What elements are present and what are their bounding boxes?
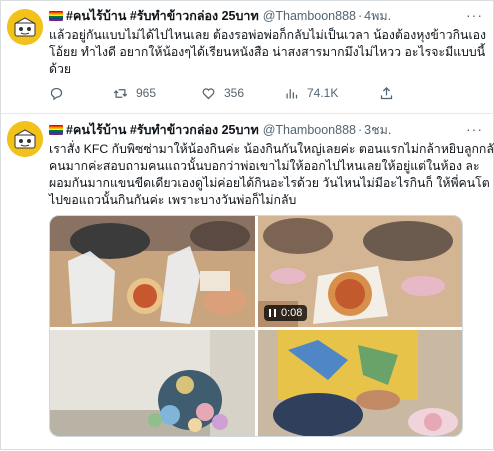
tweet-text-line: ไปขอแถวนั้นกินกันค่ะ เพราะบางวันพ่อก็ไม่…	[49, 193, 297, 207]
tweet-header: #คนไร้บ้าน #รับทำข้าวกล่อง 25บาท @Thambo…	[49, 7, 487, 25]
timestamp[interactable]: 3ชม.	[364, 120, 391, 140]
video-kids-eating-pizza[interactable]: 0:08	[258, 216, 462, 327]
pride-flag-icon	[49, 11, 63, 21]
retweet-button[interactable]: 965	[113, 86, 156, 101]
tweet-text: แล้วอยู่กันแบบไม่ได้ไปไหนเลย ต้องรอพ่อพ่…	[49, 27, 487, 78]
display-name[interactable]: #คนไร้บ้าน #รับทำข้าวกล่อง 25บาท	[66, 6, 259, 26]
media-grid: 0:08	[49, 215, 463, 437]
timestamp[interactable]: 4พม.	[364, 6, 391, 26]
photo-image	[50, 216, 255, 327]
rice-box-logo-icon	[7, 9, 43, 45]
video-duration-badge[interactable]: 0:08	[264, 305, 308, 321]
pride-flag-icon	[49, 125, 63, 135]
rice-box-logo-icon	[7, 121, 43, 157]
tweet-text-line: ด้วย	[49, 62, 72, 76]
heart-icon	[202, 87, 215, 99]
tweet-text-line: คนมากค่ะสอบถามคนแถวนั้นบอกว่าพ่อเขาไม่ให…	[49, 159, 480, 173]
like-count: 356	[224, 86, 245, 100]
retweet-count: 965	[136, 86, 157, 100]
tweet-text: เราสั่ง KFC กับพิซซ่ามาให้น้องกินค่ะ น้อ…	[49, 141, 494, 209]
tweet[interactable]: #คนไร้บ้าน #รับทำข้าวกล่อง 25บาท @Thambo…	[1, 114, 494, 451]
tweet-text-line: แล้วอยู่กันแบบไม่ได้ไปไหนเลย ต้องรอพ่อพ่…	[49, 28, 487, 42]
views-bar-chart-icon	[286, 88, 298, 98]
avatar[interactable]	[7, 9, 43, 45]
more-dots-icon[interactable]: ···	[466, 121, 483, 137]
tweet-content: #คนไร้บ้าน #รับทำข้าวกล่อง 25บาท @Thambo…	[49, 121, 494, 209]
display-name[interactable]: #คนไร้บ้าน #รับทำข้าวกล่อง 25บาท	[66, 120, 259, 140]
user-handle[interactable]: @Thamboon888	[263, 123, 356, 137]
reply-button[interactable]	[49, 86, 72, 101]
share-button[interactable]	[379, 86, 402, 101]
reply-icon	[50, 87, 63, 100]
photo-kids-with-food-bags[interactable]	[50, 216, 255, 327]
tweet-actions: 965 356 74.1K	[49, 83, 449, 103]
view-count: 74.1K	[307, 86, 339, 100]
user-handle[interactable]: @Thamboon888	[263, 9, 356, 23]
tweet-header: #คนไร้บ้าน #รับทำข้าวกล่อง 25บาท @Thambo…	[49, 121, 487, 139]
photo-image	[50, 330, 255, 436]
share-icon	[380, 86, 393, 99]
tweet[interactable]: #คนไร้บ้าน #รับทำข้าวกล่อง 25บาท @Thambo…	[1, 1, 494, 114]
photo-stuffed-toys[interactable]	[50, 330, 255, 436]
tweet-text-line: เราสั่ง KFC กับพิซซ่ามาให้น้องกินค่ะ น้อ…	[49, 142, 494, 156]
retweet-icon	[113, 88, 128, 98]
avatar[interactable]	[7, 121, 43, 157]
photo-child-eating[interactable]	[258, 330, 462, 436]
tweet-text-line: โอ้ยย ทำไงดี อยากให้น้องๆได้เรียนหนังสือ…	[49, 45, 486, 59]
separator-dot: ·	[358, 123, 363, 137]
more-dots-icon[interactable]: ···	[466, 7, 483, 23]
pause-icon[interactable]	[269, 309, 276, 317]
views-button[interactable]: 74.1K	[284, 86, 338, 101]
separator-dot: ·	[358, 9, 363, 23]
photo-image	[258, 330, 462, 436]
tweet-feed: #คนไร้บ้าน #รับทำข้าวกล่อง 25บาท @Thambo…	[0, 0, 494, 450]
tweet-content: #คนไร้บ้าน #รับทำข้าวกล่อง 25บาท @Thambo…	[49, 7, 487, 78]
like-button[interactable]: 356	[201, 86, 244, 101]
tweet-text-line: ผอมกันมากแขนขีดเดียวเองดูไม่ค่อยได้กินอะ…	[49, 176, 490, 190]
video-duration: 0:08	[281, 307, 303, 319]
